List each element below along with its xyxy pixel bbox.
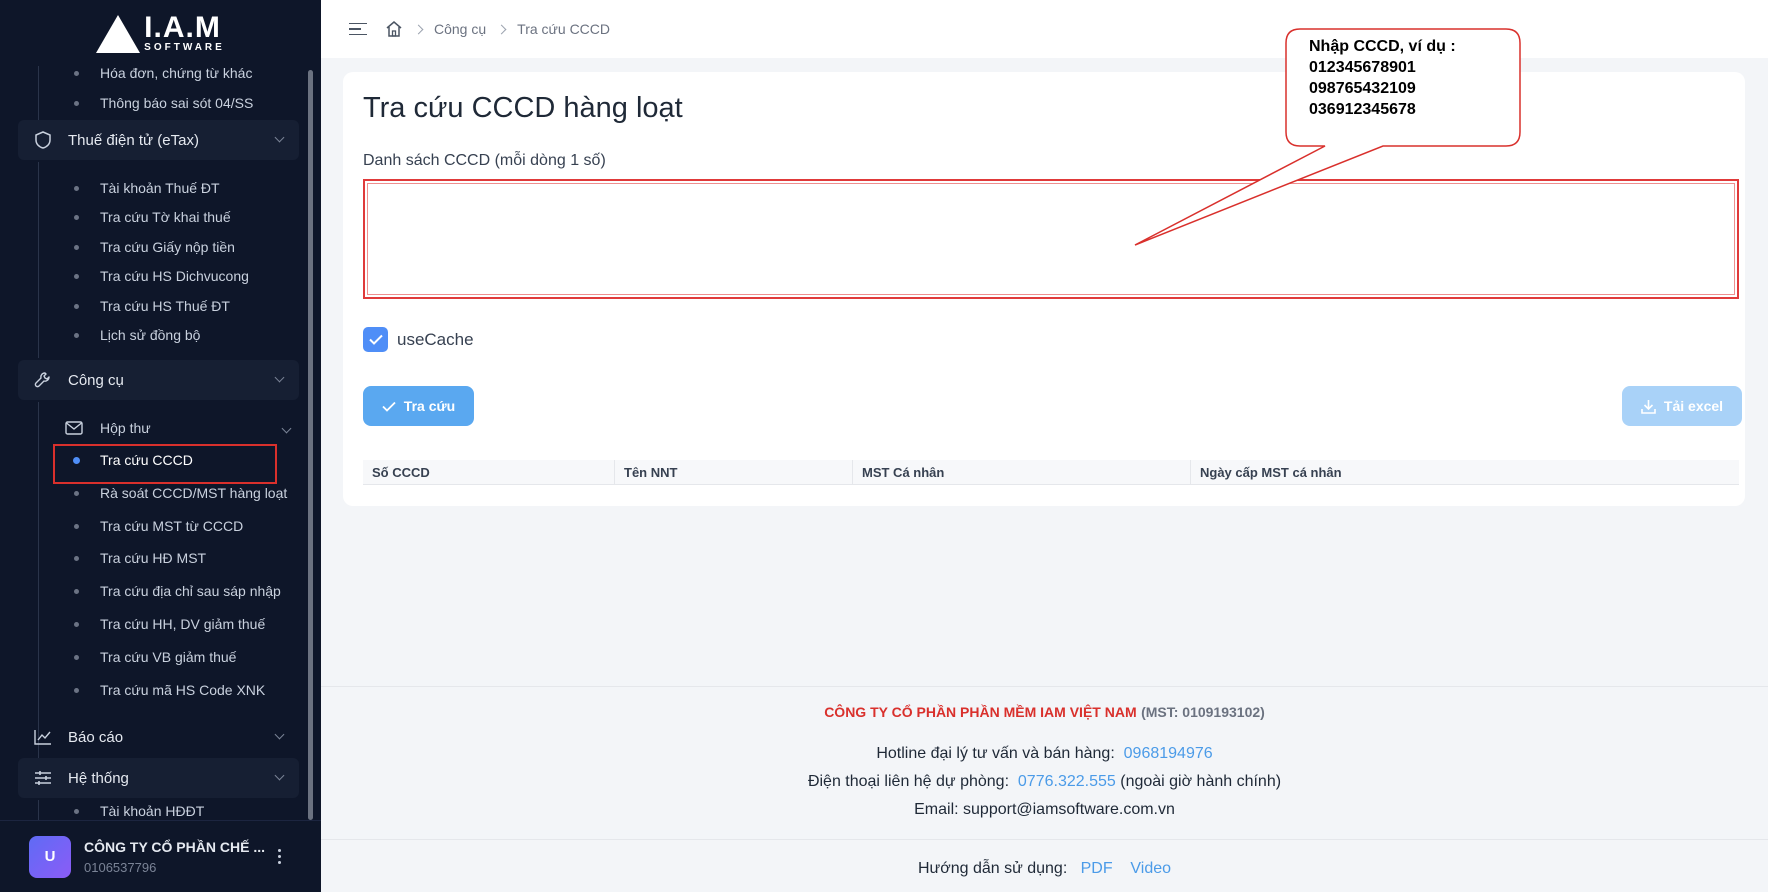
logo-main-text: I.A.M [144,11,221,44]
main-card: Tra cứu CCCD hàng loạt Danh sách CCCD (m… [343,72,1745,506]
logo[interactable]: I.A.M SOFTWARE [0,0,321,66]
cccd-textarea-highlight [363,179,1739,299]
chevron-down-icon [281,423,292,434]
chart-icon [34,728,52,746]
footer-divider [321,839,1768,840]
avatar: U [29,835,71,878]
sidebar-item-etax-hsthue[interactable]: Tra cứu HS Thuế ĐT [74,291,230,321]
download-icon [1641,399,1656,414]
backup-phone-link[interactable]: 0776.322.555 [1018,773,1116,790]
sidebar-group-system[interactable]: Hệ thống [18,758,299,798]
sidebar-item-vb-giam-thue[interactable]: Tra cứu VB giảm thuế [74,642,236,672]
breadcrumb-separator-icon [496,24,507,34]
guide-pdf-link[interactable]: PDF [1081,860,1113,877]
logo-triangle-icon [96,15,141,53]
wrench-icon [34,371,52,389]
sidebar-group-reports[interactable]: Báo cáo [18,717,299,757]
check-icon [368,334,383,345]
table-header-ngay-cap[interactable]: Ngày cấp MST cá nhân [1191,460,1739,484]
page-title: Tra cứu CCCD hàng loạt [363,92,683,124]
active-item-highlight [53,444,277,484]
table-header-mst[interactable]: MST Cá nhân [853,460,1191,484]
callout-example-3: 036912345678 [1309,101,1416,118]
callout-text: Nhập CCCD, ví dụ : 012345678901 09876543… [1309,36,1456,120]
footer-hotline-line: Hotline đại lý tư vấn và bán hàng: 09681… [876,745,1213,762]
sidebar-item-hoa-don[interactable]: Hóa đơn, chứng từ khác [74,66,252,88]
footer-company-mst: (MST: 0109193102) [1141,704,1265,720]
sidebar-item-hs-code[interactable]: Tra cứu mã HS Code XNK [74,675,265,705]
user-card[interactable]: U CÔNG TY CỔ PHẦN CHẾ ... 0106537796 [0,820,321,892]
sidebar-group-etax[interactable]: Thuế điện tử (eTax) [18,120,299,160]
sidebar-item-etax-dichvucong[interactable]: Tra cứu HS Dichvucong [74,261,249,291]
results-table-header: Số CCCD Tên NNT MST Cá nhân Ngày cấp MST… [363,460,1739,485]
footer-backup-line: Điện thoại liên hệ dự phòng: 0776.322.55… [807,773,1282,790]
sidebar-group-tools[interactable]: Công cụ [18,360,299,400]
use-cache-row[interactable]: useCache [363,327,474,352]
sidebar-item-dia-chi[interactable]: Tra cứu địa chỉ sau sáp nhập [74,576,281,606]
callout-title: Nhập CCCD, ví dụ : [1309,38,1456,55]
breadcrumb-tools[interactable]: Công cụ [434,21,486,37]
footer-company-line: CÔNG TY CỔ PHẦN PHẦN MỀM IAM VIỆT NAM (M… [321,704,1768,722]
logo-sub-text: SOFTWARE [144,42,225,53]
sidebar-group-tools-label: Công cụ [68,371,124,389]
breadcrumb-separator-icon [413,24,424,34]
shield-icon [34,131,52,149]
home-icon[interactable] [385,20,403,38]
sidebar-item-hh-dv[interactable]: Tra cứu HH, DV giảm thuế [74,609,265,639]
search-button[interactable]: Tra cứu [363,386,474,426]
footer-email-line: Email: support@iamsoftware.com.vn [914,801,1175,818]
use-cache-checkbox[interactable] [363,327,388,352]
chevron-down-icon [274,770,285,781]
email-link[interactable]: support@iamsoftware.com.vn [963,801,1175,818]
callout-example-2: 098765432109 [1309,80,1416,97]
sidebar-item-mailbox[interactable]: Hộp thư [65,413,151,443]
sidebar-item-etax-account[interactable]: Tài khoản Thuế ĐT [74,173,220,203]
download-excel-button[interactable]: Tải excel [1622,386,1742,426]
topbar: Công cụ Tra cứu CCCD [321,0,1768,58]
cccd-list-input[interactable] [367,183,1735,295]
callout-example-1: 012345678901 [1309,59,1416,76]
sidebar-item-etax-history[interactable]: Lịch sử đồng bộ [74,320,200,350]
menu-icon[interactable] [349,22,367,36]
mail-icon [65,421,83,438]
guide-video-link[interactable]: Video [1130,860,1171,877]
use-cache-label: useCache [397,329,474,349]
sidebar-item-etax-tokhai[interactable]: Tra cứu Tờ khai thuế [74,202,231,232]
sidebar-group-reports-label: Báo cáo [68,728,124,746]
cccd-list-label: Danh sách CCCD (mỗi dòng 1 số) [363,152,606,169]
chevron-down-icon [274,132,285,143]
sidebar-group-system-label: Hệ thống [68,769,129,787]
footer-guide-line: Hướng dẫn sử dụng: PDF Video [917,860,1172,877]
sidebar: I.A.M SOFTWARE Hóa đơn, chứng từ khác Th… [0,0,321,892]
sidebar-item-thong-bao[interactable]: Thông báo sai sót 04/SS [74,88,253,118]
sidebar-item-hddt-account[interactable]: Tài khoản HĐĐT [74,796,204,820]
footer-company: CÔNG TY CỔ PHẦN PHẦN MỀM IAM VIỆT NAM [824,704,1137,720]
chevron-down-icon [274,372,285,383]
sidebar-item-mst-tu-cccd[interactable]: Tra cứu MST từ CCCD [74,511,243,541]
sliders-icon [34,769,52,787]
user-company-name: CÔNG TY CỔ PHẦN CHẾ ... [84,838,265,855]
table-header-ten-nnt[interactable]: Tên NNT [615,460,853,484]
footer: CÔNG TY CỔ PHẦN PHẦN MỀM IAM VIỆT NAM (M… [321,686,1768,892]
table-header-cccd[interactable]: Số CCCD [363,460,615,484]
sidebar-nav: Hóa đơn, chứng từ khác Thông báo sai sót… [0,66,321,820]
chevron-down-icon [274,729,285,740]
sidebar-scrollbar[interactable] [308,70,313,820]
hotline-link[interactable]: 0968194976 [1124,745,1213,762]
check-icon [382,401,396,412]
more-vertical-icon[interactable] [278,849,281,864]
sidebar-item-etax-giaynoptien[interactable]: Tra cứu Giấy nộp tiền [74,232,235,262]
sidebar-group-etax-label: Thuế điện tử (eTax) [68,131,199,149]
breadcrumb-current: Tra cứu CCCD [517,21,611,37]
user-mst: 0106537796 [84,859,157,875]
sidebar-item-hd-mst[interactable]: Tra cứu HĐ MST [74,543,206,573]
